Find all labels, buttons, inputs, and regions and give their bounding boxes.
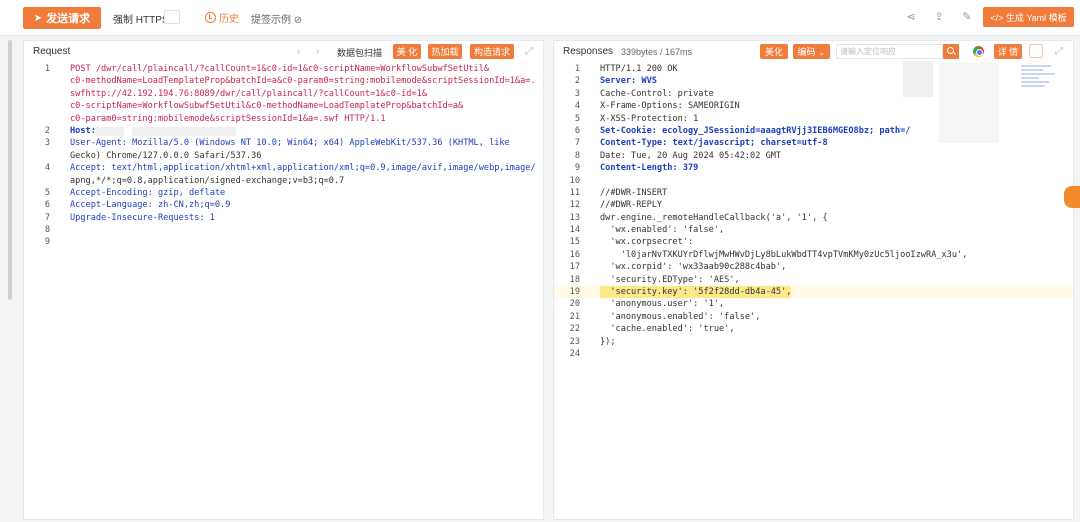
construct-request-button[interactable]: 构造请求 <box>470 44 514 59</box>
code-line: Gecko) Chrome/127.0.0.0 Safari/537.36 <box>70 150 262 161</box>
code-line: Accept: text/html,application/xhtml+xml,… <box>70 163 536 174</box>
share-icon[interactable]: ⋖ <box>904 9 918 23</box>
code-line: Upgrade-Insecure-Requests: 1 <box>70 212 215 223</box>
code-line: Server: WVS <box>600 76 657 87</box>
code-line: c0-param0=string:mobilemode&scriptSessio… <box>70 113 386 124</box>
request-title: Request <box>33 46 71 57</box>
code-line: User-Agent: Mozilla/5.0 (Windows NT 10.0… <box>70 138 510 149</box>
response-title: Responses <box>563 46 614 57</box>
highlighted-security-key-line: 'security.key': '5f2f28dd-db4a-45', <box>600 286 792 299</box>
code-line: dwr.engine._remoteHandleCallback('a', '1… <box>600 212 828 223</box>
example-link[interactable]: 提签示例 ⊘ <box>251 11 302 26</box>
left-scrollbar[interactable] <box>8 40 12 300</box>
hotload-button[interactable]: 热加载 <box>428 44 462 59</box>
request-editor[interactable]: 1 POST /dwr/call/plaincall/?callCount=1&c… <box>24 63 543 249</box>
response-search-input[interactable]: 请输入定位响应 <box>836 44 943 59</box>
send-request-label: 发送请求 <box>46 13 91 25</box>
capture-scan-label[interactable]: 数据包扫描 <box>337 46 382 59</box>
search-icon[interactable] <box>943 44 959 59</box>
response-size: 339bytes / 167ms <box>621 47 693 57</box>
yaml-label: </> 生成 Yaml 模板 <box>990 12 1067 23</box>
code-line: Set-Cookie: ecology_JSessionid=aaagtRVjj… <box>600 125 911 136</box>
code-line: 'anonymous.enabled': 'false', <box>600 311 761 322</box>
code-line: X-Frame-Options: SAMEORIGIN <box>600 101 740 112</box>
generate-yaml-button[interactable]: </> 生成 Yaml 模板 <box>983 7 1074 27</box>
code-line: 'l0jarNvTXKUYrDflwjMwHWvDjLy8bLukWbdTT4v… <box>600 249 968 260</box>
request-panel: Request ‹ › 数据包扫描 美 化 热加载 构造请求 ⤢ 1 POST /… <box>23 40 544 520</box>
expand-icon[interactable]: ⤢ <box>525 46 533 57</box>
mascot-icon[interactable] <box>1064 186 1080 208</box>
code-line: 'cache.enabled': 'true', <box>600 324 735 335</box>
request-beautify-button[interactable]: 美 化 <box>393 44 421 59</box>
response-beautify-button[interactable]: 美化 <box>760 44 788 59</box>
code-line: swfhttp://42.192.194.76:8089/dwr/call/pl… <box>70 88 427 99</box>
comment-icon[interactable] <box>1029 44 1043 58</box>
redacted-host <box>96 126 124 136</box>
force-https-label: 强制 HTTPS <box>113 15 169 26</box>
code-line: Cache-Control: private <box>600 88 714 99</box>
history-label: 历史 <box>219 14 239 25</box>
send-request-button[interactable]: ➤ 发送请求 <box>23 7 101 29</box>
history-button[interactable]: 历史 <box>205 10 239 25</box>
code-line: 'wx.corpsecret': <box>600 237 694 248</box>
code-line: 'wx.enabled': 'false', <box>600 225 725 236</box>
code-line: apng,*/*;q=0.8,application/signed-exchan… <box>70 175 345 186</box>
code-line: //#DWR-REPLY <box>600 200 663 211</box>
chrome-icon[interactable] <box>973 46 984 57</box>
code-line: }); <box>600 336 616 347</box>
code-line: Date: Tue, 20 Aug 2024 05:42:02 GMT <box>600 150 782 161</box>
edit-icon[interactable]: ✎ <box>960 9 974 23</box>
send-icon: ➤ <box>33 12 43 24</box>
code-line: 'anonymous.user': '1', <box>600 299 725 310</box>
code-line: 'security.EDType': 'AES', <box>600 274 740 285</box>
code-line: HTTP/1.1 200 OK <box>600 64 678 74</box>
response-editor[interactable]: 1 HTTP/1.1 200 OK 2 Server: WVS 3 Cache-Con… <box>554 63 1073 360</box>
redacted-host <box>132 126 236 136</box>
toolbar: ➤ 发送请求 强制 HTTPS 历史 提签示例 ⊘ ⋖ ⇪ ✎ </> 生成 Y… <box>0 0 1080 36</box>
code-line: Content-Type: text/javascript; charset=u… <box>600 138 828 149</box>
force-https-toggle[interactable] <box>164 10 180 24</box>
code-line: c0-methodName=LoadTemplateProp&batchId=a… <box>70 76 536 87</box>
code-line: POST /dwr/call/plaincall/?callCount=1&c0… <box>70 64 490 74</box>
code-line: Content-Length: 379 <box>600 163 699 174</box>
response-panel: Responses 339bytes / 167ms 美化 编码 ⌄ 请输入定位… <box>553 40 1074 520</box>
code-line: Accept-Language: zh-CN,zh;q=0.9 <box>70 200 231 211</box>
export-icon[interactable]: ⇪ <box>932 9 946 23</box>
next-icon[interactable]: › <box>316 46 319 57</box>
expand-icon[interactable]: ⤢ <box>1055 46 1063 57</box>
code-line: Accept-Encoding: gzip, deflate <box>70 187 226 198</box>
encode-dropdown[interactable]: 编码 ⌄ <box>793 44 830 59</box>
detail-button[interactable]: 详 情 <box>994 44 1022 59</box>
code-line: 'wx.corpid': 'wx33aab90c288c4bab', <box>600 262 787 273</box>
code-line: c0-scriptName=WorkflowSubwfSetUtil&c0-me… <box>70 101 464 112</box>
clock-icon <box>205 12 216 23</box>
prev-icon[interactable]: ‹ <box>297 46 300 57</box>
code-line: X-XSS-Protection: 1 <box>600 113 699 124</box>
code-line: //#DWR-INSERT <box>600 187 668 198</box>
